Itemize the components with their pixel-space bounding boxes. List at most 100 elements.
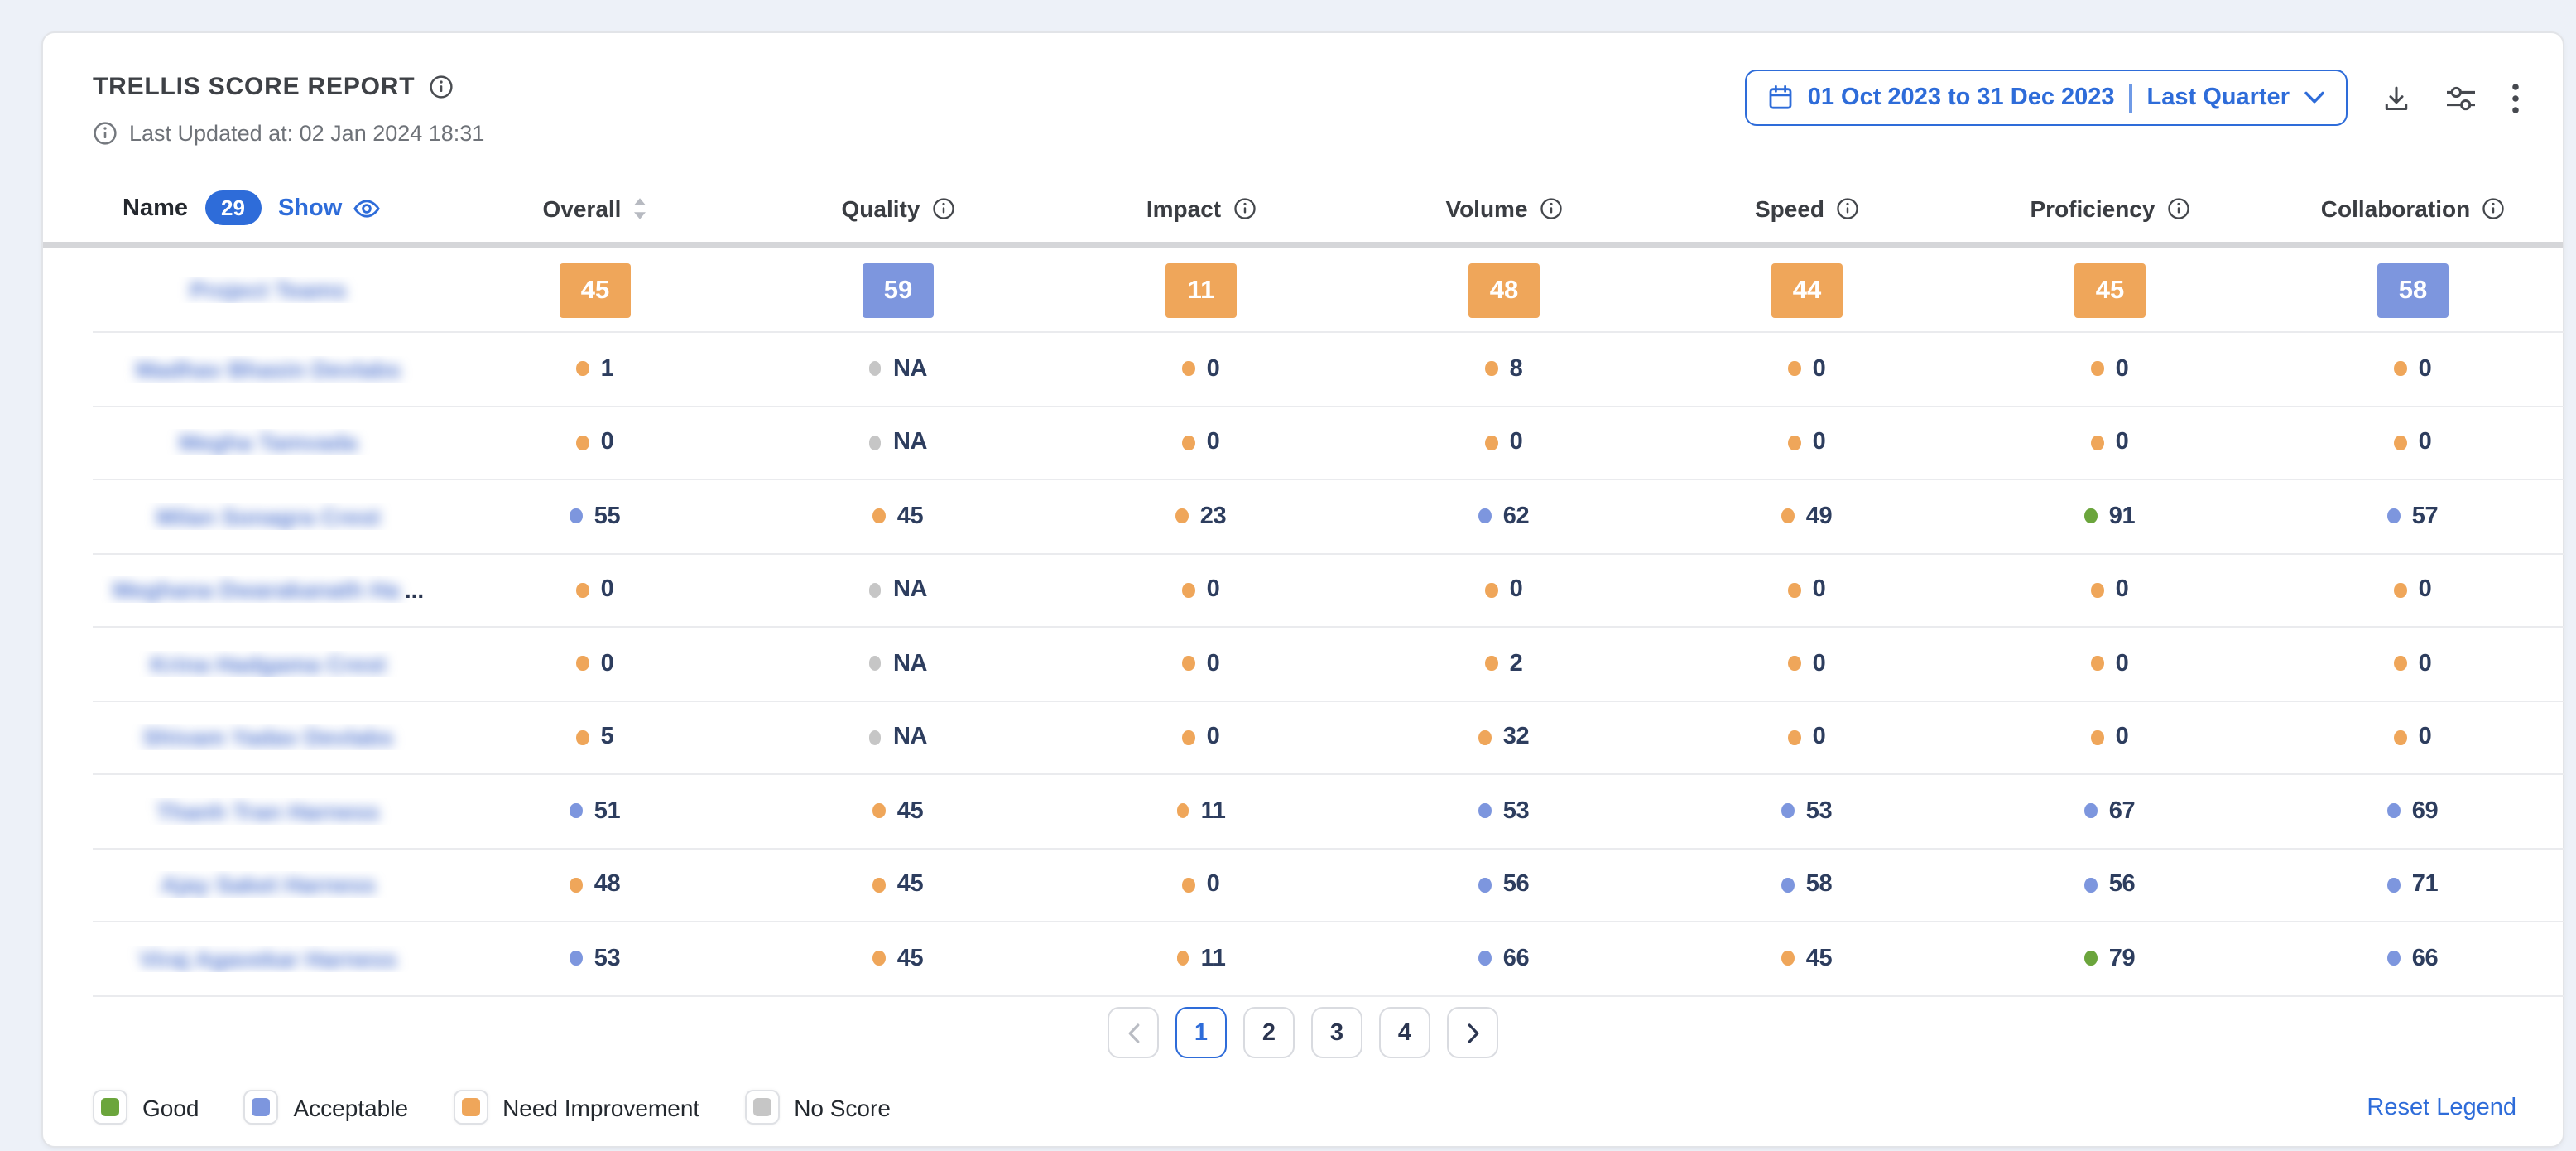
score-cell: 51 [444,798,747,825]
chevron-left-icon [1127,1023,1140,1043]
score-value: 55 [594,503,620,530]
info-icon[interactable] [428,75,453,99]
info-icon[interactable] [1540,196,1563,219]
date-range-picker[interactable]: 01 Oct 2023 to 31 Dec 2023 Last Quarter [1745,70,2348,126]
score-cell: 0 [1050,356,1353,383]
column-header-overall[interactable]: Overall [444,195,747,221]
member-name-link[interactable]: Krina Hadgama Crest [151,651,387,677]
score-dot [570,804,583,819]
member-name-link[interactable]: Thanh Tran Harness [156,798,379,825]
member-name-link[interactable]: Shivam Yadav Devlabs [143,725,394,751]
score-dot [1177,804,1189,819]
pagination-prev-button[interactable] [1108,1007,1159,1058]
score-dot [1486,657,1498,672]
pagination-page-2[interactable]: 2 [1243,1007,1295,1058]
member-name-link[interactable]: Meghana Dwarakanath Ha [113,577,400,604]
score-dot [2388,509,2401,524]
member-name-cell: Project Teams [93,277,444,303]
score-dot [2085,878,2098,893]
score-cell: 0 [1958,651,2261,677]
pagination-next-button[interactable] [1447,1007,1498,1058]
score-dot [2092,657,2104,672]
score-dot [1479,804,1492,819]
score-cell: 0 [1050,430,1353,456]
score-cell: 11 [1050,946,1353,972]
score-dot [869,362,882,377]
score-dot [1183,657,1195,672]
legend-swatch [93,1090,127,1125]
score-dot [1183,878,1195,893]
info-icon[interactable] [931,196,954,219]
score-value: 45 [897,798,923,825]
score-value: 48 [594,872,620,898]
score-badge: 45 [2074,262,2146,317]
score-dot [1789,362,1801,377]
score-cell: 0 [1050,725,1353,751]
report-header: TRELLIS SCORE REPORT [93,73,453,101]
score-cell: 66 [1353,946,1656,972]
legend-item-acceptable[interactable]: Acceptable [244,1090,409,1125]
page: TRELLIS SCORE REPORT Last Updated at: 02… [0,0,2576,1151]
download-button[interactable] [2382,84,2410,112]
table-body: Project Teams45591148444558Madhav Bhasin… [93,248,2564,996]
score-cell: 0 [1050,577,1353,604]
score-cell: 0 [2261,651,2564,677]
legend-item-need-improvement[interactable]: Need Improvement [453,1090,699,1125]
score-dot [2395,436,2407,450]
member-name-cell: Krina Hadgama Crest [93,651,444,677]
member-name-link[interactable]: Megha Tamvada [179,430,358,456]
legend-item-no-score[interactable]: No Score [744,1090,891,1125]
member-name-link[interactable]: Project Teams [190,277,346,303]
score-dot [2395,362,2407,377]
sort-icon[interactable] [632,196,647,219]
score-cell: 79 [1958,946,2261,972]
score-value: 0 [1207,651,1220,677]
score-dot [2388,878,2401,893]
column-label: Collaboration [2321,195,2470,221]
last-updated-text: Last Updated at: 02 Jan 2024 18:31 [129,121,484,146]
member-name-cell: Meghana Dwarakanath Ha... [93,577,444,604]
info-icon[interactable] [2166,196,2189,219]
score-cell: 67 [1958,798,2261,825]
score-cell: 2 [1353,651,1656,677]
column-label: Volume [1445,195,1527,221]
info-icon[interactable] [2482,196,2505,219]
score-value: 71 [2412,872,2438,898]
score-cell: 0 [444,430,747,456]
member-name-link[interactable]: Milan Sonagra Crest [156,503,381,530]
member-name-link[interactable]: Viraj Agavekar Harness [139,946,396,972]
table-row: Shivam Yadav Devlabs5NA032000 [93,701,2564,775]
score-value: 0 [1207,725,1220,751]
score-value: 45 [897,503,923,530]
calendar-icon [1768,84,1793,111]
score-dot [1782,804,1795,819]
score-cell: 0 [1050,651,1353,677]
settings-button[interactable] [2445,84,2477,112]
score-cell: 48 [444,872,747,898]
reset-legend-link[interactable]: Reset Legend [2367,1094,2516,1120]
pagination-page-4[interactable]: 4 [1379,1007,1430,1058]
member-name-link[interactable]: Madhav Bhasin Devlabs [136,356,401,383]
score-value: 11 [1201,946,1226,972]
score-dot [869,583,882,598]
info-icon[interactable] [1233,196,1256,219]
pagination-page-3[interactable]: 3 [1311,1007,1362,1058]
show-names-toggle[interactable]: Show [278,195,380,221]
score-cell: 45 [747,872,1050,898]
more-options-button[interactable] [2511,82,2520,113]
last-updated: Last Updated at: 02 Jan 2024 18:31 [93,121,484,146]
score-dot [1486,436,1498,450]
score-cell: 0 [444,651,747,677]
score-value: 2 [1510,651,1523,677]
score-value: 69 [2412,798,2438,825]
legend-item-good[interactable]: Good [93,1090,199,1125]
score-value: 0 [601,430,614,456]
score-value: 0 [1207,356,1220,383]
score-cell: 71 [2261,872,2564,898]
member-name-link[interactable]: Ajay Saket Harness [161,872,376,898]
score-cell: 0 [1656,725,1958,751]
info-icon[interactable] [1836,196,1859,219]
score-cell: 0 [1958,725,2261,751]
pagination-page-1[interactable]: 1 [1175,1007,1227,1058]
score-cell: 44 [1656,262,1958,317]
